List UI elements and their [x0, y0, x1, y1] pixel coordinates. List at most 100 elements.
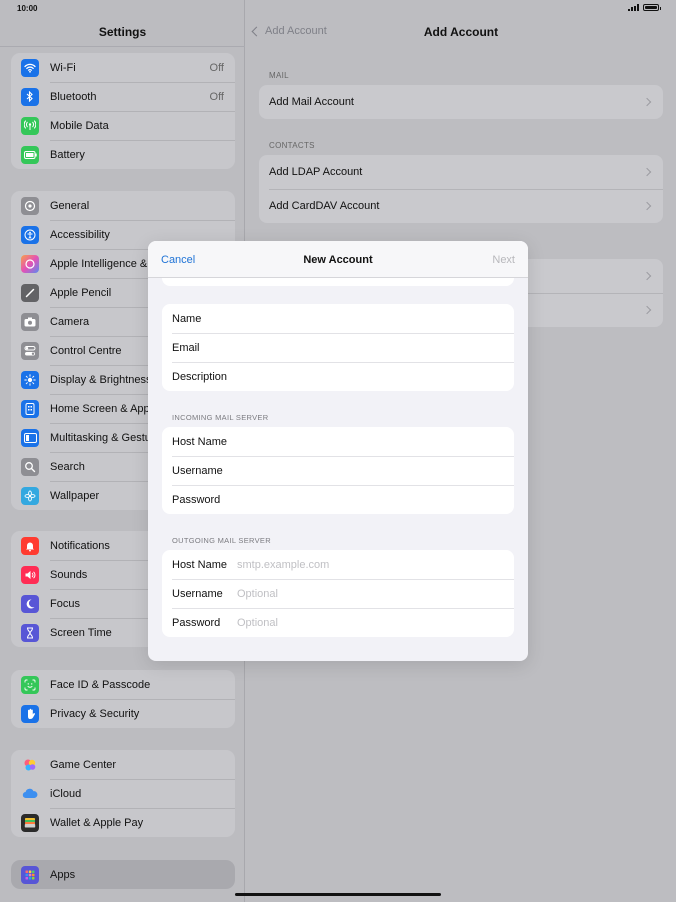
chevron-right-icon — [642, 201, 652, 211]
camera-icon — [21, 312, 39, 331]
accessibility-icon — [21, 225, 39, 244]
description-field[interactable]: Description — [162, 362, 514, 391]
mail-account-group: Add Mail Account — [259, 85, 663, 119]
battery-icon — [21, 145, 39, 164]
add-mail-account-row[interactable]: Add Mail Account — [259, 85, 663, 119]
home-indicator — [235, 893, 441, 896]
siri-icon — [21, 254, 39, 273]
sidebar-item-label: Bluetooth — [50, 90, 97, 103]
sidebar-item-bluetooth[interactable]: Bluetooth Off — [11, 82, 235, 111]
game-center-icon — [21, 756, 39, 774]
field-label: Password — [172, 616, 221, 629]
field-label: Name — [172, 312, 202, 325]
status-time: 10:00 — [17, 4, 38, 13]
add-ldap-account-row[interactable]: Add LDAP Account — [259, 155, 663, 189]
field-label: Username — [172, 587, 223, 600]
field-label: Email — [172, 341, 200, 354]
field-label: Username — [172, 464, 223, 477]
bell-icon — [21, 536, 39, 555]
sidebar-group-connectivity: Wi-Fi Off Bluetooth Off Mobile Data Batt… — [11, 53, 235, 169]
chevron-right-icon — [642, 97, 652, 107]
sidebar-item-apps[interactable]: Apps — [11, 860, 235, 889]
toggles-icon — [21, 341, 39, 360]
name-field[interactable]: Name — [162, 304, 514, 333]
multitasking-icon — [21, 428, 39, 447]
modal-title: New Account — [303, 254, 373, 266]
pencil-icon — [21, 283, 39, 302]
sidebar-item-label: Face ID & Passcode — [50, 678, 151, 691]
sidebar-item-privacy[interactable]: Privacy & Security — [11, 699, 235, 728]
gear-icon — [21, 196, 39, 215]
next-button[interactable]: Next — [492, 254, 515, 266]
row-label: Add Mail Account — [269, 96, 354, 108]
sidebar-item-mobile-data[interactable]: Mobile Data — [11, 111, 235, 140]
field-label: Host Name — [172, 558, 228, 571]
sidebar-header-divider — [0, 46, 245, 47]
outgoing-username-row: Username — [162, 579, 514, 608]
contacts-account-group: Add LDAP Account Add CardDAV Account — [259, 155, 663, 223]
add-carddav-account-row[interactable]: Add CardDAV Account — [259, 189, 663, 223]
sidebar-item-general[interactable]: General — [11, 191, 235, 220]
sidebar-item-label: Wi-Fi — [50, 61, 76, 74]
sidebar-item-icloud[interactable]: iCloud — [11, 779, 235, 808]
field-label: Password — [172, 493, 221, 506]
signal-icon — [628, 4, 639, 11]
incoming-host-name-field[interactable]: Host Name — [162, 427, 514, 456]
sidebar-item-label: Game Center — [50, 758, 117, 771]
sidebar-item-label: Battery — [50, 148, 85, 161]
chevron-right-icon — [642, 271, 652, 281]
apps-grid-icon — [21, 865, 39, 884]
sidebar-item-wifi[interactable]: Wi-Fi Off — [11, 53, 235, 82]
incoming-username-field[interactable]: Username — [162, 456, 514, 485]
sidebar-item-wallet[interactable]: Wallet & Apple Pay — [11, 808, 235, 837]
outgoing-server-group: Host Name Username Password — [162, 550, 514, 637]
outgoing-host-name-input[interactable] — [237, 550, 514, 579]
row-label: Add LDAP Account — [269, 166, 363, 178]
new-account-modal: Cancel New Account Next Name Email Descr… — [148, 241, 528, 661]
outgoing-password-input[interactable] — [237, 608, 514, 637]
sidebar-item-label: Mobile Data — [50, 119, 109, 132]
sidebar-group-security: Face ID & Passcode Privacy & Security — [11, 670, 235, 728]
outgoing-username-input[interactable] — [237, 579, 514, 608]
wifi-icon — [21, 58, 39, 77]
incoming-password-field[interactable]: Password — [162, 485, 514, 514]
sidebar-item-label: Apps — [50, 868, 76, 881]
status-bar: 10:00 — [0, 0, 676, 16]
speaker-icon — [21, 565, 39, 584]
sidebar-item-label: iCloud — [50, 787, 82, 800]
hand-icon — [21, 704, 39, 723]
outgoing-password-row: Password — [162, 608, 514, 637]
cloud-icon — [21, 785, 39, 803]
modal-header: Cancel New Account Next — [148, 241, 528, 278]
sidebar-item-face-id[interactable]: Face ID & Passcode — [11, 670, 235, 699]
bluetooth-icon — [21, 87, 39, 106]
incoming-server-group: Host Name Username Password — [162, 427, 514, 514]
status-icons — [628, 4, 661, 11]
sidebar-item-game-center[interactable]: Game Center — [11, 750, 235, 779]
row-label: Add CardDAV Account — [269, 200, 380, 212]
scrolled-group-edge — [162, 278, 514, 286]
email-field[interactable]: Email — [162, 333, 514, 362]
field-label: Description — [172, 370, 228, 383]
moon-icon — [21, 594, 39, 613]
section-header-incoming: INCOMING MAIL SERVER — [172, 413, 269, 422]
wallet-icon — [21, 813, 39, 832]
chevron-right-icon — [642, 167, 652, 177]
face-id-icon — [21, 675, 39, 694]
sidebar-item-label: Accessibility — [50, 228, 110, 241]
sun-icon — [21, 370, 39, 389]
sidebar-group-apps: Apps — [11, 860, 235, 889]
section-header-outgoing: OUTGOING MAIL SERVER — [172, 536, 271, 545]
sidebar-item-value: Off — [209, 61, 224, 74]
field-label: Host Name — [172, 435, 228, 448]
page-title: Add Account — [423, 25, 499, 39]
account-info-group: Name Email Description — [162, 304, 514, 391]
battery-status-icon — [643, 4, 661, 11]
flower-icon — [21, 486, 39, 505]
chevron-right-icon — [642, 305, 652, 315]
hourglass-icon — [21, 623, 39, 642]
section-header-mail: MAIL — [269, 71, 289, 80]
sidebar-group-services: Game Center iCloud Wallet & Apple Pay — [11, 750, 235, 837]
sidebar-item-label: General — [50, 199, 90, 212]
sidebar-item-battery[interactable]: Battery — [11, 140, 235, 169]
